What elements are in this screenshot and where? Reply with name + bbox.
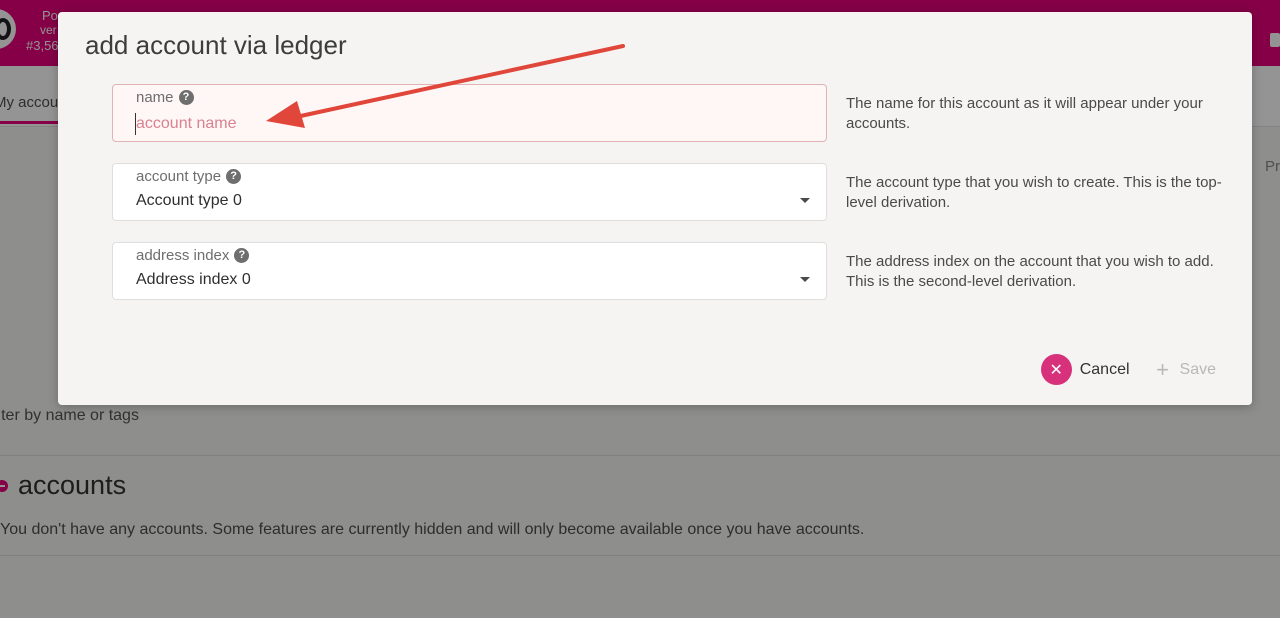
name-field[interactable]: name ? xyxy=(112,84,827,142)
account-type-help-text: The account type that you wish to create… xyxy=(846,174,1222,211)
help-icon[interactable]: ? xyxy=(226,169,242,184)
address-index-label: address index ? xyxy=(136,247,250,264)
name-label: name ? xyxy=(136,89,194,106)
help-icon[interactable]: ? xyxy=(178,90,194,105)
save-label: Save xyxy=(1179,360,1216,378)
modal-title: add account via ledger xyxy=(85,30,347,60)
account-type-label: account type ? xyxy=(136,168,242,185)
account-type-value: Account type 0 xyxy=(136,192,242,209)
close-icon: ✕ xyxy=(1040,354,1072,385)
help-icon[interactable]: ? xyxy=(234,248,250,263)
cancel-button[interactable]: ✕ Cancel xyxy=(1040,354,1130,385)
modal-actions: ✕ Cancel + Save xyxy=(1040,354,1216,385)
account-type-dropdown[interactable]: account type ? Account type 0 xyxy=(112,163,827,221)
address-index-help-text: The address index on the account that yo… xyxy=(846,253,1214,290)
name-label-text: name xyxy=(136,89,174,106)
name-help-text: The name for this account as it will app… xyxy=(846,95,1203,132)
address-index-dropdown[interactable]: address index ? Address index 0 xyxy=(112,242,827,300)
plus-icon: + xyxy=(1156,356,1169,382)
add-account-modal: add account via ledger name ? The name f… xyxy=(58,12,1252,405)
account-type-label-text: account type xyxy=(136,168,222,185)
account-name-input[interactable] xyxy=(135,113,796,135)
address-index-label-text: address index xyxy=(136,247,230,264)
chevron-down-icon[interactable] xyxy=(800,198,810,203)
cancel-label: Cancel xyxy=(1079,360,1130,378)
save-button[interactable]: + Save xyxy=(1154,356,1216,382)
chevron-down-icon[interactable] xyxy=(800,277,810,282)
address-index-value: Address index 0 xyxy=(136,271,251,288)
